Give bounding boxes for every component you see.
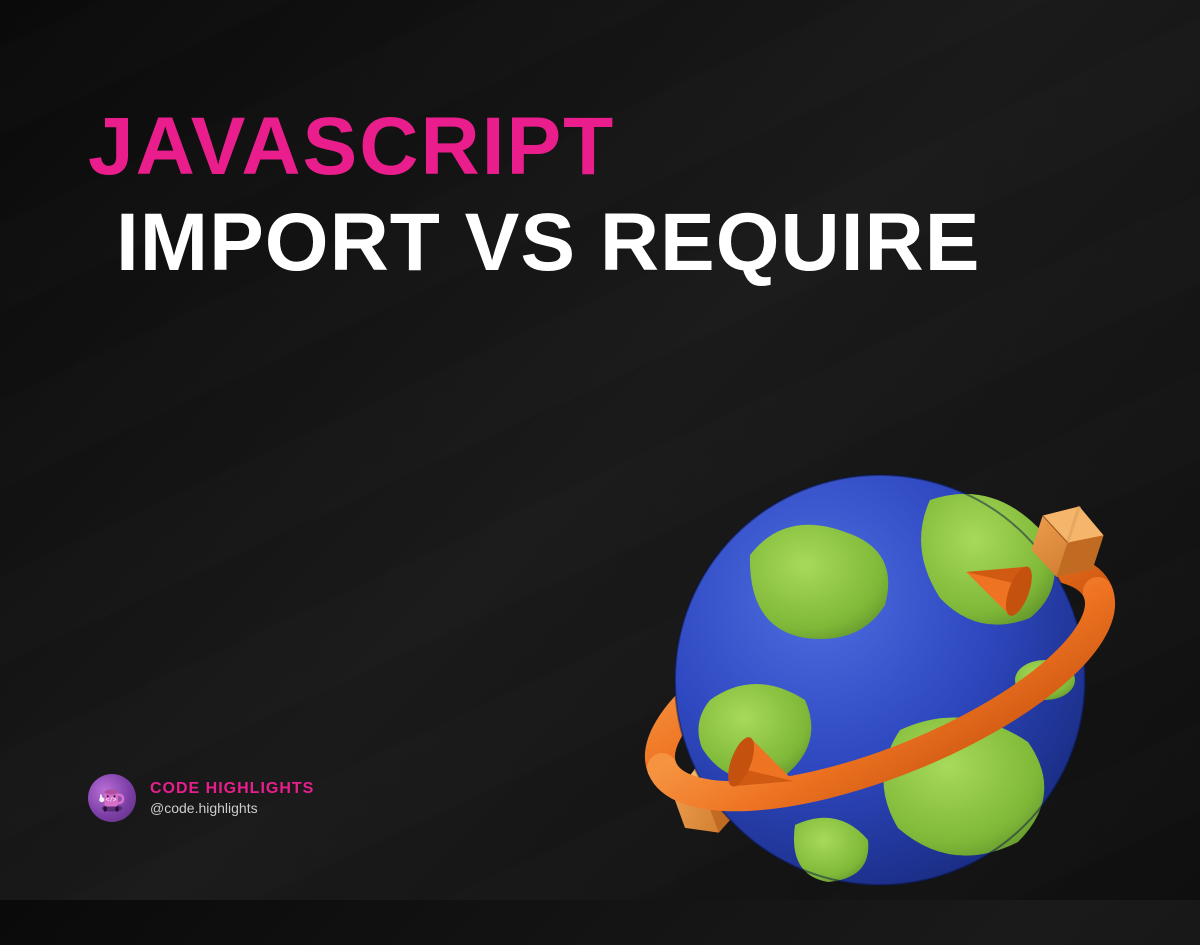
attribution: </> CODE HIGHLIGHTS @code.highlights [88,774,314,822]
globe-packages-icon [600,380,1160,940]
title-line-1: JAVASCRIPT [88,106,980,188]
attribution-name: CODE HIGHLIGHTS [150,780,314,798]
svg-text:</>: </> [106,796,117,803]
title-block: JAVASCRIPT IMPORT VS REQUIRE [88,106,980,284]
title-line-2: IMPORT VS REQUIRE [116,202,980,284]
attribution-text: CODE HIGHLIGHTS @code.highlights [150,780,314,816]
mug-mascot-icon: </> [88,774,136,822]
attribution-handle: @code.highlights [150,800,314,816]
